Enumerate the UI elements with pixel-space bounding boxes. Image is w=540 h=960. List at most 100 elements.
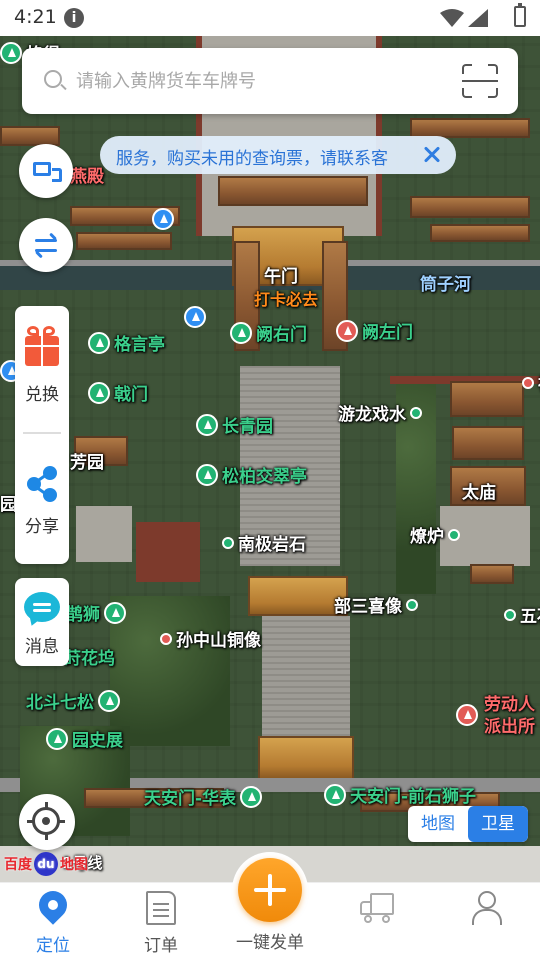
plate-search-input[interactable] [76, 65, 446, 97]
poi-bu[interactable]: 部三喜像 [334, 592, 418, 617]
notice-banner: 服务，购买未用的查询票，请联系客 [100, 136, 456, 174]
search-bar[interactable] [22, 48, 518, 114]
poi-quezuomen[interactable]: 阙左门 [336, 318, 413, 343]
restroom-icon [152, 208, 174, 230]
poi-songbai[interactable]: 松柏交翠亭 [196, 462, 307, 487]
courtyard [76, 506, 132, 562]
poi-police-station[interactable]: 劳动人 派出所 [456, 694, 535, 738]
poi-dot-icon [406, 598, 418, 611]
poi-tongzihe[interactable]: 筒子河 [420, 270, 471, 295]
poi-pin-icon [196, 413, 218, 436]
nav-orders[interactable]: 订单 [116, 883, 206, 960]
poi-sunzhongshan[interactable]: 孙中山铜像 [160, 626, 261, 651]
building-roof [0, 126, 60, 146]
building-roof [410, 196, 530, 218]
nav-profile[interactable] [440, 883, 530, 960]
share-label: 分享 [25, 517, 59, 537]
baidu-paw-icon: du [34, 852, 58, 876]
building-roof [410, 118, 530, 138]
poi-fangyuan[interactable]: 芳园 [70, 448, 104, 473]
nav-orders-label: 订单 [144, 936, 178, 956]
status-time: 4:21 [14, 6, 57, 28]
map-type-toggle: 地图 卫星 [408, 806, 528, 842]
status-bar: 4:21 i [0, 0, 540, 36]
truck-button[interactable] [19, 144, 73, 198]
locate-button[interactable] [19, 794, 75, 850]
plus-icon [238, 858, 302, 922]
tiananmen-roof [258, 736, 354, 780]
poi-pin-icon [230, 321, 252, 344]
signal-icons [440, 9, 488, 27]
gift-icon [27, 326, 39, 336]
poi-pin-icon [336, 319, 358, 342]
poi-pin-icon [104, 601, 126, 624]
nav-locate[interactable]: 定位 [8, 883, 98, 960]
police-pin-icon [456, 704, 478, 726]
side-divider [23, 432, 61, 434]
poi-shi[interactable]: 鹊狮 [66, 600, 126, 625]
poi-pin-icon [196, 463, 218, 486]
poi-queyoumen[interactable]: 阙右门 [230, 320, 307, 345]
poi-pin-icon [46, 727, 68, 750]
poi-beidou[interactable]: 北斗七松 [26, 688, 120, 713]
poi-pin-icon [324, 783, 346, 806]
taimiao-roof [452, 426, 524, 460]
map-mode-button[interactable]: 地图 [408, 806, 468, 842]
poi-youlong[interactable]: 游龙戏水 [338, 400, 422, 425]
user-icon [472, 891, 502, 925]
poi-taimiao[interactable]: 太庙 [462, 478, 496, 503]
tree-area [110, 596, 230, 746]
poi-checkin-tag: 打卡必去 [254, 290, 319, 309]
side-panel: 兑换 分享 [15, 306, 69, 564]
poi-yuanzhan[interactable]: 园史展 [46, 726, 123, 751]
swap-icon [35, 232, 57, 259]
poi-tiananmen-shishizi[interactable]: 天安门-前石狮子 [324, 782, 476, 807]
poi-ji[interactable]: 戟门 [88, 380, 148, 405]
crosshair-icon [27, 802, 65, 840]
scan-icon[interactable] [462, 64, 498, 98]
swap-button[interactable] [19, 218, 73, 272]
dispatch-button[interactable] [232, 852, 308, 928]
duanmen-roof [248, 576, 348, 616]
info-icon: i [64, 8, 84, 28]
exchange-button[interactable]: 兑换 [15, 306, 69, 406]
exchange-label: 兑换 [25, 385, 59, 405]
poi-nanji[interactable]: 南极岩石 [222, 530, 306, 555]
poi-dot-icon [522, 376, 534, 389]
poi-label[interactable]: 燕殿 [70, 162, 104, 187]
building [136, 522, 200, 582]
satellite-mode-button[interactable]: 卫星 [468, 806, 528, 842]
message-button[interactable]: 消息 [15, 578, 69, 666]
poi-dot-icon [448, 528, 460, 541]
restroom-icon [184, 306, 206, 328]
restroom-pin[interactable] [152, 208, 174, 230]
dispatch-label: 一键发单 [236, 933, 304, 953]
poi-edge-right[interactable]: 社 [522, 370, 540, 395]
search-icon [44, 70, 62, 88]
close-icon[interactable] [420, 142, 444, 166]
poi-pin-icon [0, 41, 22, 64]
truck-icon [360, 893, 394, 923]
taimiao-roof [450, 381, 524, 417]
poi-wushi[interactable]: 五石 [504, 602, 540, 627]
poi-pin-icon [98, 689, 120, 712]
poi-pin-icon [88, 381, 110, 404]
nav-locate-label: 定位 [36, 936, 70, 956]
gate-roof [218, 176, 368, 206]
poi-dot-icon [222, 536, 234, 549]
poi-wumen[interactable]: 午门 [264, 262, 298, 287]
share-button[interactable]: 分享 [15, 436, 69, 564]
taimiao-roof [470, 564, 514, 584]
poi-tiananmen-huabiao[interactable]: 天安门-华表 [144, 784, 263, 809]
poi-pin-icon [240, 785, 263, 808]
nav-trucks[interactable] [332, 883, 422, 960]
restroom-pin[interactable] [184, 306, 206, 328]
message-label: 消息 [25, 637, 59, 657]
poi-liaolu[interactable]: 燎炉 [410, 522, 460, 547]
location-pin-icon [33, 885, 73, 925]
truck-icon [33, 162, 62, 182]
poi-changqingyuan[interactable]: 长青园 [196, 412, 273, 437]
building-roof [76, 232, 172, 250]
poi-gejiting[interactable]: 格言亭 [88, 330, 165, 355]
poi-huahuawu[interactable]: 莳花坞 [64, 644, 115, 669]
